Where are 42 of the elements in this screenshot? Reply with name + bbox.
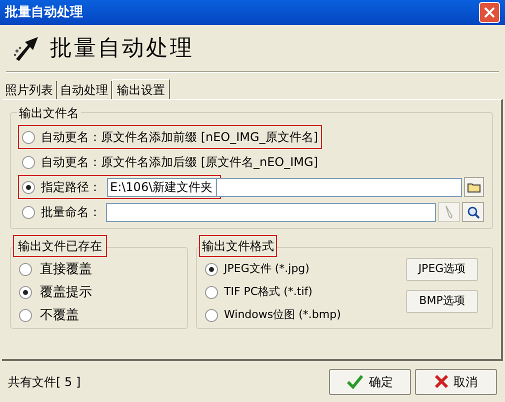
radio-button[interactable]: [205, 309, 218, 322]
option-label[interactable]: 覆盖提示: [40, 282, 92, 302]
cancel-button[interactable]: 取消: [415, 368, 497, 394]
option-label[interactable]: 直接覆盖: [40, 260, 92, 280]
search-button[interactable]: [462, 202, 484, 222]
cross-icon: [434, 375, 448, 388]
radio-button[interactable]: [22, 130, 35, 144]
option-label[interactable]: 不覆盖: [40, 306, 79, 326]
radio-button[interactable]: [22, 156, 35, 168]
radio-button[interactable]: [19, 309, 32, 322]
option-label[interactable]: JPEG文件 (*.jpg): [224, 261, 310, 278]
radio-button[interactable]: [19, 263, 32, 276]
folder-icon: [467, 181, 481, 193]
option-label[interactable]: 自动更名：原文件名添加前缀 [nEO_IMG_原文件名]: [41, 128, 318, 146]
path-field[interactable]: E:\106\新建文件夹: [107, 178, 217, 196]
option-label[interactable]: TIF PC格式 (*.tif): [224, 284, 312, 301]
header-title: 批量自动处理: [50, 34, 194, 62]
arrow-icon: [12, 35, 40, 61]
file-count: 共有文件[ 5 ]: [8, 374, 81, 390]
radio-button[interactable]: [22, 206, 35, 218]
pencil-icon: [444, 205, 454, 219]
option-label[interactable]: Windows位图 (*.bmp): [224, 307, 341, 324]
close-icon: [484, 7, 495, 18]
options-button[interactable]: JPEG选项: [406, 258, 478, 281]
option-label[interactable]: 指定路径：: [41, 178, 101, 196]
radio-button[interactable]: [22, 180, 35, 194]
tab[interactable]: 照片列表: [2, 81, 57, 99]
ok-button[interactable]: 确定: [329, 368, 411, 394]
window-title: 批量自动处理: [5, 4, 83, 22]
batch-name-field[interactable]: [106, 202, 436, 222]
radio-button[interactable]: [205, 263, 218, 276]
check-icon: [347, 374, 363, 388]
group-title: 输出文件名: [17, 104, 81, 122]
folder-button[interactable]: [464, 177, 484, 197]
options-button[interactable]: BMP选项: [406, 290, 478, 313]
option-label[interactable]: 自动更名：原文件名添加后缀 [原文件名_nEO_IMG]: [41, 153, 318, 171]
radio-button[interactable]: [205, 286, 218, 299]
tab[interactable]: 输出设置: [112, 79, 170, 99]
option-label[interactable]: 批量命名：: [41, 203, 101, 221]
radio-button[interactable]: [19, 286, 32, 299]
search-icon: [466, 206, 480, 218]
close-button[interactable]: [479, 2, 500, 23]
